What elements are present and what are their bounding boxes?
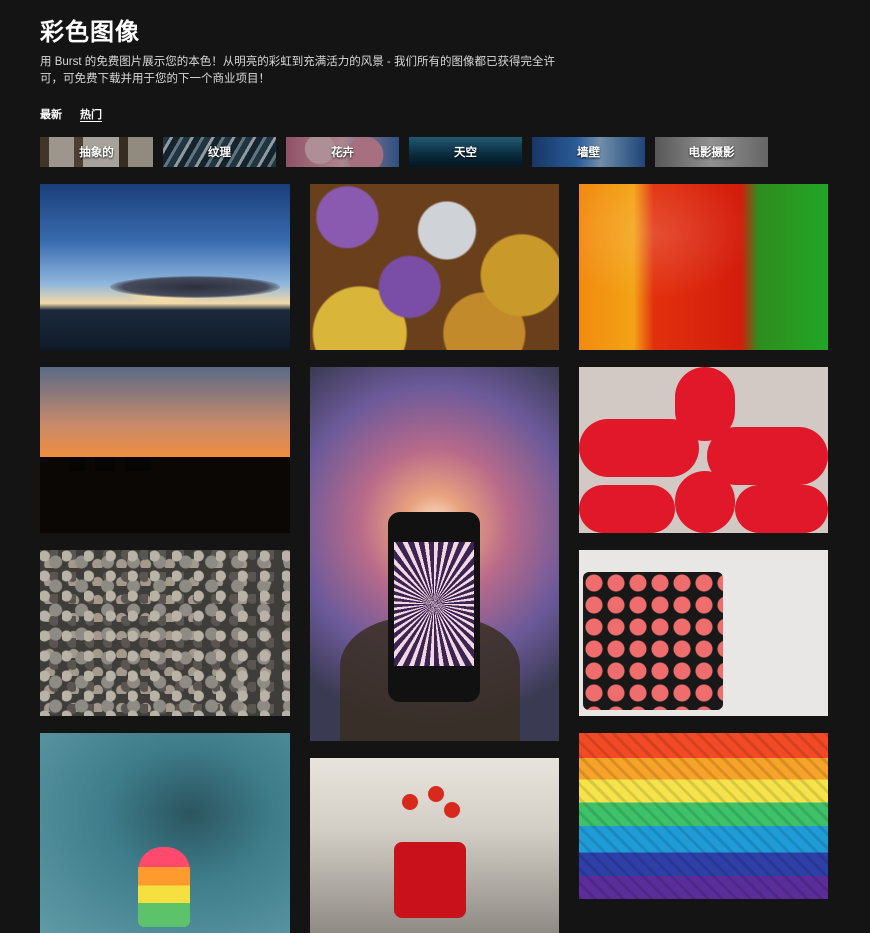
photo-phone-bokeh[interactable] <box>310 367 559 741</box>
sort-latest-tab[interactable]: 最新 <box>40 106 62 122</box>
photo-pebbles[interactable] <box>40 550 290 716</box>
photo-red-lipsticks[interactable] <box>579 367 828 533</box>
cloud-shape <box>110 276 280 298</box>
vase-shape <box>394 842 466 918</box>
photo-rainbow-weave[interactable] <box>579 733 828 899</box>
category-label: 抽象的 <box>79 147 114 159</box>
lipstick-shape <box>675 367 735 441</box>
category-flowers[interactable]: 花卉 <box>286 137 399 167</box>
category-texture[interactable]: 纹理 <box>163 137 276 167</box>
skyline-shape <box>40 457 290 533</box>
photo-popsicle[interactable] <box>40 733 290 933</box>
photo-red-flowers-vase[interactable] <box>310 758 559 933</box>
photo-orange-city-sunset[interactable] <box>40 367 290 533</box>
photo-eyeshadow-palette[interactable] <box>579 550 828 716</box>
category-label: 墙壁 <box>577 147 600 159</box>
phone-screen <box>394 542 474 666</box>
category-label: 电影摄影 <box>688 147 735 159</box>
flower-shape <box>402 794 418 810</box>
category-abstract[interactable]: 抽象的 <box>40 137 153 167</box>
lipstick-shape <box>579 485 675 533</box>
popsicle-shape <box>138 847 190 927</box>
category-label: 纹理 <box>208 147 231 159</box>
phone-shape <box>388 512 480 702</box>
lipstick-shape <box>707 427 828 485</box>
page-description: 用 Burst 的免费图片展示您的本色！从明亮的彩虹到充满活力的风景 - 我们所… <box>40 56 555 85</box>
sort-popular-tab[interactable]: 热门 <box>80 106 102 122</box>
palette-shape <box>583 572 723 710</box>
flower-shape <box>428 786 444 802</box>
category-chips: 抽象的 纹理 花卉 天空 墙壁 电影摄影 <box>40 137 768 167</box>
category-walls[interactable]: 墙壁 <box>532 137 645 167</box>
page-title: 彩色图像 <box>40 19 140 46</box>
flower-shape <box>444 802 460 818</box>
category-sky[interactable]: 天空 <box>409 137 522 167</box>
photo-sunset-over-sea[interactable] <box>40 184 290 350</box>
photo-bell-peppers[interactable] <box>579 184 828 350</box>
photo-chrysanthemums[interactable] <box>310 184 559 350</box>
lipstick-shape <box>735 485 828 533</box>
category-cinematography[interactable]: 电影摄影 <box>655 137 768 167</box>
sort-tabs: 最新 热门 <box>40 106 102 122</box>
category-label: 花卉 <box>331 147 354 159</box>
lipstick-shape <box>675 471 735 533</box>
category-label: 天空 <box>454 147 477 159</box>
